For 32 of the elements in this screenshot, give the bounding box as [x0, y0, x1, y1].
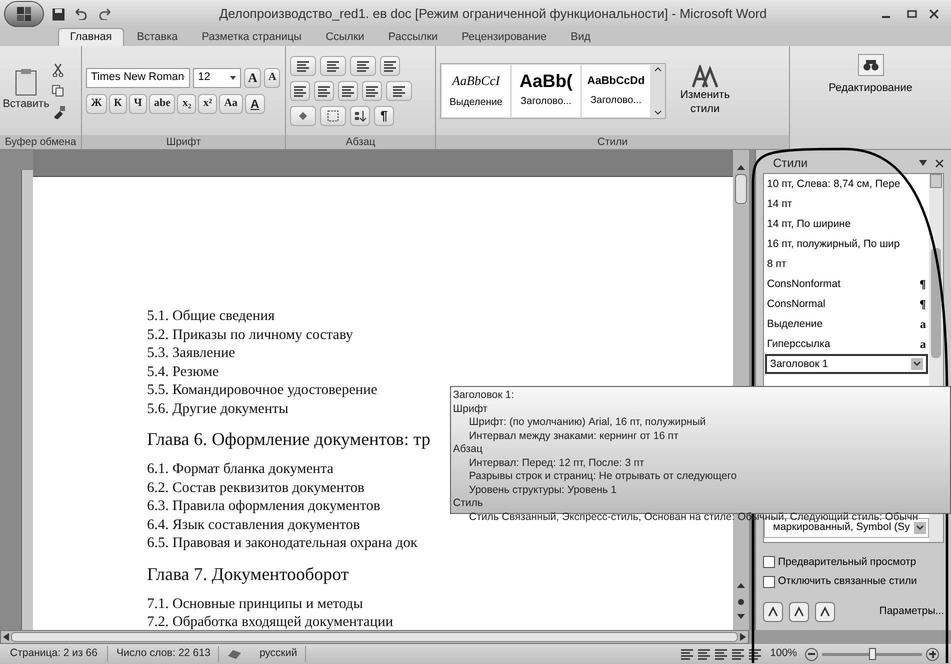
- tooltip-line: Разрывы строк и страниц: Не отрывать от следующего: [468, 470, 738, 484]
- document-line: 5.5. Командировочное удостоверение: [147, 381, 378, 400]
- document-line: 5.4. Резюме: [147, 362, 219, 381]
- group-label: Шрифт: [166, 136, 201, 148]
- document-line: 5.3. Заявление: [147, 344, 236, 362]
- tooltip-heading: Абзац: [453, 443, 484, 456]
- checkbox-label: Предварительный просмотр: [778, 554, 916, 570]
- document-line: 6.2. Состав реквизитов документов: [147, 478, 364, 497]
- window-title: Делопроизводство_red1. ев doc [Режим ограниченной функциональности] - Microsoft Word: [218, 5, 768, 24]
- document-line: 6.4. Язык составления документов: [147, 516, 360, 534]
- tooltip-line: Уровень структуры: Уровень 1: [468, 484, 618, 497]
- pane-title: Стили: [773, 155, 808, 172]
- tooltip-line: Шрифт: (по умолчанию) Arial, 16 пт, полужирный: [468, 416, 707, 430]
- tooltip-line: Интервал: Перед: 12 пт, После: 3 пт: [468, 456, 646, 470]
- document-heading: Глава 6. Оформление документов: тр: [147, 428, 430, 450]
- document-line: 7.2. Обработка входящей документации: [147, 613, 394, 632]
- document-line: 5.2. Приказы по личному составу: [147, 326, 353, 344]
- group-label: Стили: [597, 136, 628, 148]
- document-line: 6.1. Формат бланка документа: [147, 460, 334, 478]
- document-line: 5.1. Общие сведения: [147, 307, 275, 326]
- tooltip-heading: Шрифт: [453, 402, 489, 416]
- group-label: Абзац: [346, 136, 376, 148]
- document-line: 5.6. Другие документы: [147, 400, 288, 418]
- checkbox-label: Отключить связанные стили: [778, 574, 917, 590]
- document-line: 7.1. Основные принципы и методы: [147, 594, 363, 613]
- document-line: 6.3. Правила оформления документов: [147, 497, 380, 516]
- document-line: 6.5. Правовая и законодательная охрана док: [147, 534, 418, 552]
- tooltip-line: Интервал между знаками: кернинг от 16 пт: [468, 430, 680, 443]
- tooltip-heading: Стиль: [453, 497, 484, 510]
- document-heading: Глава 7. Документооборот: [147, 562, 349, 584]
- tooltip-title: Заголовок 1:: [453, 389, 516, 402]
- group-label: Буфер обмена: [4, 136, 76, 148]
